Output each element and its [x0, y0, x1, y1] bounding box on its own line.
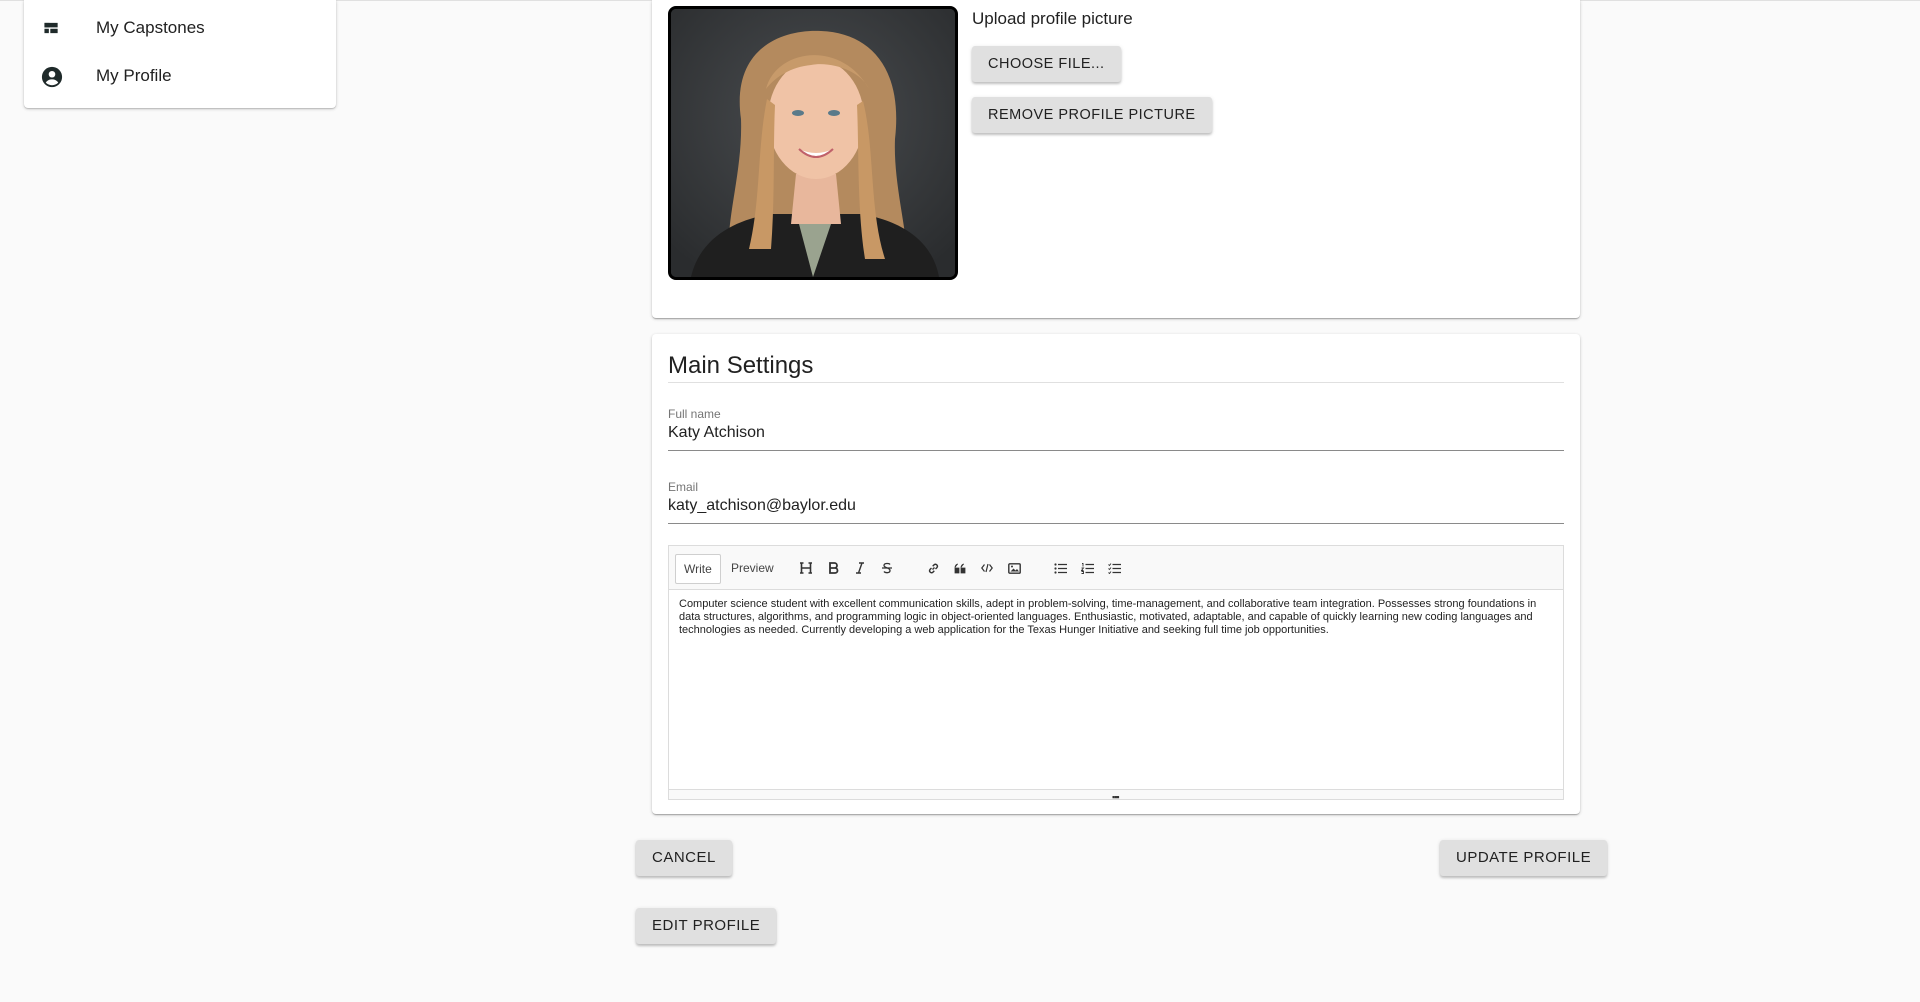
- tab-write[interactable]: Write: [675, 554, 721, 584]
- sidebar-item-label: My Profile: [96, 66, 172, 85]
- resize-handle-icon[interactable]: ▪▪▪: [1112, 793, 1120, 802]
- choose-file-button[interactable]: CHOOSE FILE...: [972, 46, 1121, 82]
- image-icon[interactable]: [1005, 559, 1023, 577]
- code-icon[interactable]: [978, 559, 996, 577]
- upload-profile-picture-label: Upload profile picture: [972, 9, 1133, 28]
- markdown-editor: Write Preview Computer science student w…: [668, 545, 1564, 802]
- sidebar-item-my-capstones[interactable]: My Capstones: [24, 4, 336, 52]
- editor-toolbar: Write Preview: [669, 546, 1563, 590]
- section-divider: [668, 382, 1564, 383]
- profile-picture: [668, 6, 958, 280]
- email-label: Email: [668, 480, 699, 494]
- email-underline: [668, 523, 1564, 524]
- dashboard-icon: [41, 18, 61, 38]
- heading-icon[interactable]: [797, 559, 815, 577]
- full-name-input[interactable]: [668, 424, 1564, 442]
- link-icon[interactable]: [924, 559, 942, 577]
- section-title: Main Settings: [668, 352, 814, 379]
- italic-icon[interactable]: [851, 559, 869, 577]
- tab-preview[interactable]: Preview: [723, 554, 782, 582]
- editor-resize-bar[interactable]: ▪▪▪: [669, 789, 1563, 802]
- bold-icon[interactable]: [824, 559, 842, 577]
- bulleted-list-icon[interactable]: [1051, 559, 1069, 577]
- full-name-label: Full name: [668, 407, 721, 421]
- update-profile-button[interactable]: UPDATE PROFILE: [1440, 840, 1608, 876]
- email-input[interactable]: [668, 497, 1564, 515]
- account-circle-icon: [41, 66, 63, 88]
- full-name-underline: [668, 450, 1564, 451]
- checklist-icon[interactable]: [1105, 559, 1123, 577]
- remove-profile-picture-button[interactable]: REMOVE PROFILE PICTURE: [972, 97, 1212, 133]
- strikethrough-icon[interactable]: [878, 559, 896, 577]
- sidebar-item-label: My Capstones: [96, 18, 205, 37]
- sidebar-item-my-profile[interactable]: My Profile: [24, 52, 336, 100]
- main-settings-card: Main Settings Full name Email Write Prev…: [652, 334, 1580, 814]
- edit-profile-button[interactable]: EDIT PROFILE: [636, 908, 777, 944]
- cancel-button[interactable]: CANCEL: [636, 840, 732, 876]
- profile-picture-card: Upload profile picture CHOOSE FILE... RE…: [652, 0, 1580, 318]
- sidebar: My Capstones My Profile: [24, 0, 336, 108]
- quote-icon[interactable]: [951, 559, 969, 577]
- numbered-list-icon[interactable]: [1078, 559, 1096, 577]
- bio-textarea[interactable]: Computer science student with excellent …: [679, 598, 1551, 637]
